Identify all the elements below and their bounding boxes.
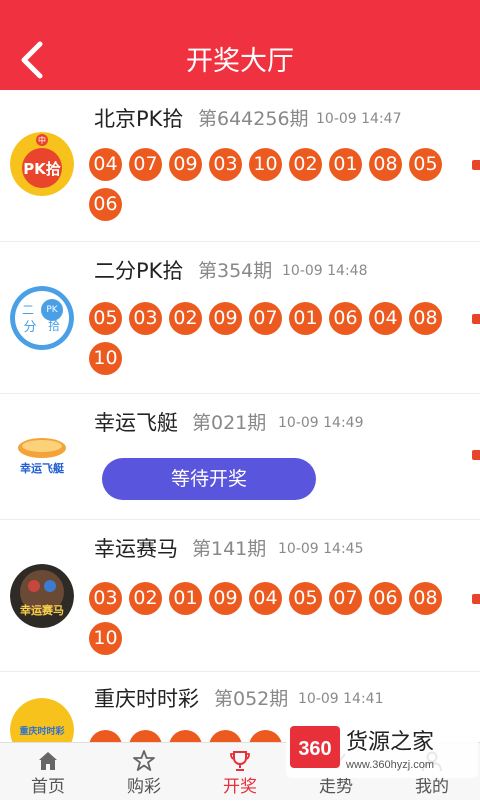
svg-text:货源之家: 货源之家 bbox=[346, 730, 434, 755]
number-ball: 07 bbox=[129, 148, 162, 181]
svg-text:PK拾: PK拾 bbox=[23, 160, 61, 178]
number-ball: 06 bbox=[369, 582, 402, 615]
number-ball: 09 bbox=[169, 148, 202, 181]
draw-period: 第644256期 bbox=[198, 108, 309, 130]
number-ball: 05 bbox=[289, 582, 322, 615]
game-name: 幸运飞艇 bbox=[94, 411, 178, 435]
svg-text:幸运赛马: 幸运赛马 bbox=[20, 603, 64, 617]
page-title: 开奖大厅 bbox=[186, 46, 294, 77]
awaiting-draw-button[interactable]: 等待开奖 bbox=[102, 458, 316, 500]
number-ball: 03 bbox=[89, 582, 122, 615]
star-icon bbox=[133, 750, 155, 771]
number-ball: 04 bbox=[249, 582, 282, 615]
tab-home[interactable]: 首页 bbox=[0, 743, 96, 801]
svg-text:www.360hyzj.com: www.360hyzj.com bbox=[345, 759, 434, 771]
number-ball: 05 bbox=[409, 148, 442, 181]
number-ball: 08 bbox=[409, 582, 442, 615]
draw-time: 10-09 14:48 bbox=[282, 263, 368, 279]
draw-period: 第052期 bbox=[214, 688, 289, 710]
number-ball: 04 bbox=[369, 302, 402, 335]
svg-text:PK: PK bbox=[46, 305, 58, 315]
draw-period: 第354期 bbox=[198, 260, 273, 282]
row-edge-marker bbox=[472, 450, 480, 460]
draw-time: 10-09 14:47 bbox=[316, 111, 402, 127]
svg-text:拾: 拾 bbox=[48, 318, 60, 333]
list-item[interactable]: 二 分 PK 拾 二分PK拾 第354期 10-09 14:48 05 03 0… bbox=[0, 242, 480, 394]
number-ball: 10 bbox=[249, 148, 282, 181]
number-ball: 01 bbox=[289, 302, 322, 335]
number-ball: 08 bbox=[409, 302, 442, 335]
draw-results-list[interactable]: 中 PK拾 北京PK拾 第644256期 10-09 14:47 04 07 0… bbox=[0, 90, 480, 756]
tab-buy[interactable]: 购彩 bbox=[96, 743, 192, 801]
game-name: 北京PK拾 bbox=[94, 107, 184, 131]
draw-period: 第021期 bbox=[192, 412, 267, 434]
draw-time: 10-09 14:41 bbox=[298, 691, 384, 707]
svg-text:重庆时时彩: 重庆时时彩 bbox=[19, 725, 64, 737]
number-ball: 06 bbox=[89, 188, 122, 221]
tab-label: 开奖 bbox=[223, 777, 257, 797]
watermark-logo: 360 货源之家 www.360hyzj.com bbox=[286, 720, 478, 778]
number-ball: 02 bbox=[129, 582, 162, 615]
number-ball: 08 bbox=[369, 148, 402, 181]
draw-time: 10-09 14:49 bbox=[278, 415, 364, 431]
game-logo: 幸运飞艇 bbox=[10, 426, 74, 490]
row-edge-marker bbox=[472, 314, 480, 324]
game-logo: 幸运赛马 bbox=[10, 564, 74, 628]
number-ball: 03 bbox=[129, 302, 162, 335]
svg-text:二: 二 bbox=[22, 303, 34, 317]
draw-time: 10-09 14:45 bbox=[278, 541, 364, 557]
trophy-icon bbox=[230, 751, 250, 771]
game-logo: 中 PK拾 bbox=[10, 132, 74, 196]
number-ball: 02 bbox=[169, 302, 202, 335]
tab-label: 购彩 bbox=[127, 777, 161, 797]
tab-draw-results[interactable]: 开奖 bbox=[192, 743, 288, 801]
number-ball: 04 bbox=[89, 148, 122, 181]
game-logo: 二 分 PK 拾 bbox=[10, 286, 74, 350]
game-name: 二分PK拾 bbox=[94, 259, 184, 283]
draw-period: 第141期 bbox=[192, 538, 267, 560]
game-name: 重庆时时彩 bbox=[94, 687, 199, 711]
number-ball: 10 bbox=[89, 622, 122, 655]
svg-text:幸运飞艇: 幸运飞艇 bbox=[20, 461, 65, 475]
list-item[interactable]: 幸运飞艇 幸运飞艇 第021期 10-09 14:49 等待开奖 bbox=[0, 394, 480, 520]
number-ball: 06 bbox=[329, 302, 362, 335]
home-icon bbox=[39, 752, 57, 770]
number-ball: 07 bbox=[329, 582, 362, 615]
number-ball: 01 bbox=[169, 582, 202, 615]
number-ball: 09 bbox=[209, 582, 242, 615]
svg-text:中: 中 bbox=[38, 135, 46, 145]
number-ball: 05 bbox=[89, 302, 122, 335]
number-ball: 10 bbox=[89, 342, 122, 375]
number-ball: 07 bbox=[249, 302, 282, 335]
number-ball: 02 bbox=[289, 148, 322, 181]
list-item[interactable]: 中 PK拾 北京PK拾 第644256期 10-09 14:47 04 07 0… bbox=[0, 90, 480, 242]
row-edge-marker bbox=[472, 160, 480, 170]
row-edge-marker bbox=[472, 594, 480, 604]
number-ball: 01 bbox=[329, 148, 362, 181]
tab-label: 首页 bbox=[31, 777, 65, 797]
app-header: 开奖大厅 bbox=[0, 0, 480, 90]
svg-text:分: 分 bbox=[23, 320, 36, 335]
number-ball: 03 bbox=[209, 148, 242, 181]
list-item[interactable]: 幸运赛马 幸运赛马 第141期 10-09 14:45 03 02 01 09 … bbox=[0, 520, 480, 672]
number-ball: 09 bbox=[209, 302, 242, 335]
game-name: 幸运赛马 bbox=[94, 537, 178, 561]
svg-text:360: 360 bbox=[298, 738, 331, 760]
